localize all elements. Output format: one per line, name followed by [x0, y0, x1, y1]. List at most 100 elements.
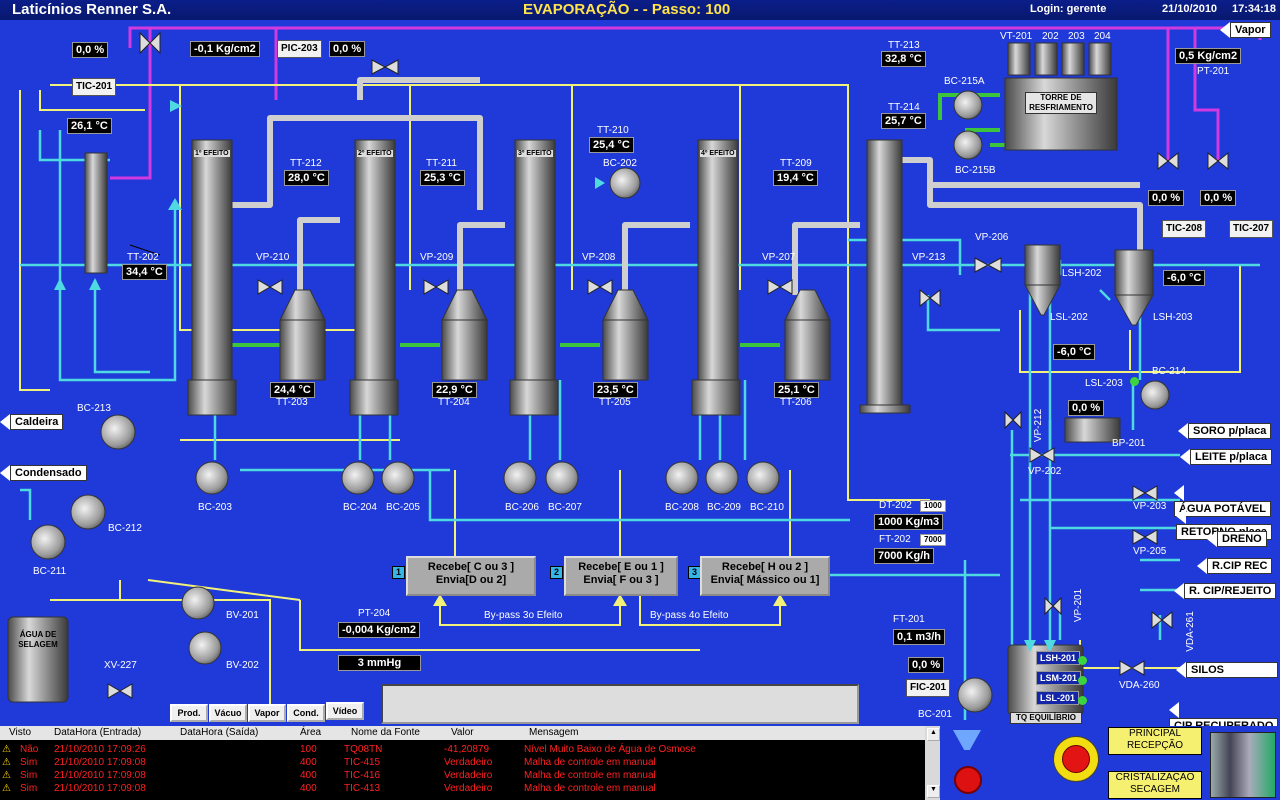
- scroll-down-icon[interactable]: ▼: [927, 785, 940, 798]
- pic203-output[interactable]: 0,0 %: [329, 41, 366, 57]
- condensado-stream: Condensado: [0, 465, 87, 481]
- tic208-tag[interactable]: TIC-208: [1162, 220, 1207, 238]
- tt206-value: 25,1 °C: [774, 382, 819, 398]
- tt205-value: 23,5 °C: [593, 382, 638, 398]
- tt205-label: TT-205: [599, 397, 631, 408]
- cristalizacao-secagem-button[interactable]: CRISTALIZAÇÃO SECAGEM: [1108, 771, 1202, 799]
- nav-cond-button[interactable]: Cond.: [287, 704, 325, 722]
- bp201-label: BP-201: [1112, 438, 1146, 449]
- bv201-label: BV-201: [226, 610, 259, 621]
- lsl201-indicator: LSL-201: [1036, 691, 1080, 705]
- vp205-label: VP-205: [1133, 546, 1167, 557]
- cmd-2-number: 2: [550, 566, 563, 579]
- time-display: 17:34:18: [1232, 3, 1277, 15]
- siren-icon[interactable]: [954, 766, 982, 794]
- table-row[interactable]: ⚠ Sim 21/10/2010 17:09:08 400 TIC-415 Ve…: [0, 757, 925, 769]
- cyclone-low-temp-value: -6,0 °C: [1053, 344, 1096, 360]
- exit-door-icon[interactable]: [1210, 732, 1276, 798]
- alarm-scrollbar[interactable]: ▲ ▼: [925, 726, 940, 800]
- bc214-label: BC-214: [1152, 366, 1186, 377]
- vp210-label: VP-210: [256, 252, 290, 263]
- lsl203-label: LSL-203: [1085, 378, 1123, 389]
- bypass-4-label: By-pass 4o Efeito: [650, 610, 729, 621]
- pic203-value: -0,1 Kg/cm2: [190, 41, 260, 57]
- tt209-value: 19,4 °C: [773, 170, 818, 186]
- tt211-label: TT-211: [426, 158, 457, 169]
- vp206-label: VP-206: [975, 232, 1009, 243]
- vp209-label: VP-209: [420, 252, 454, 263]
- vp212-label: VP-212: [1033, 408, 1045, 443]
- message-box: [381, 684, 859, 724]
- cmd-route-2[interactable]: Recebe[ E ou 1 ] Envia[ F ou 3 ]: [564, 556, 678, 596]
- emergency-stop-button[interactable]: [1062, 745, 1090, 773]
- cip-recuperado-stream: CIP RECUPERADO: [1169, 702, 1280, 734]
- process-diagram: [7, 26, 1262, 720]
- effect-2-label: 2º EFEITO: [357, 150, 393, 157]
- rcip-rejeito-stream: R. CIP/REJEITO: [1174, 583, 1277, 599]
- nav-prod-button[interactable]: Prod.: [170, 704, 208, 722]
- warning-icon: ⚠: [2, 744, 11, 755]
- lsl202-label: LSL-202: [1050, 312, 1088, 323]
- tic201-tag[interactable]: TIC-201: [72, 78, 117, 96]
- bc215a-label: BC-215A: [944, 76, 985, 87]
- date-display: 21/10/2010: [1162, 3, 1218, 15]
- pt204-mmhg: 3 mmHg: [338, 655, 421, 671]
- seal-water-label: ÁGUA DE SELAGEM: [18, 630, 58, 649]
- ft202-setpoint[interactable]: 7000: [920, 534, 946, 546]
- bc210-label: BC-210: [750, 502, 784, 513]
- tic208-output[interactable]: 0,0 %: [1148, 190, 1185, 206]
- agua-potavel-stream: ÁGUA POTÁVEL: [1174, 485, 1280, 517]
- table-row[interactable]: ⚠ Sim 21/10/2010 17:09:08 400 TIC-416 Ve…: [0, 770, 925, 782]
- scroll-up-icon[interactable]: ▲: [927, 728, 940, 741]
- bc215b-label: BC-215B: [955, 165, 996, 176]
- principal-recepcao-button[interactable]: PRINCIPAL RECEPÇÃO: [1108, 727, 1202, 755]
- ft201-value: 0,1 m3/h: [893, 629, 946, 645]
- warning-icon: ⚠: [2, 770, 11, 781]
- pt204-label: PT-204: [358, 608, 391, 619]
- tic201-output[interactable]: 0,0 %: [72, 42, 109, 58]
- bc204-label: BC-204: [343, 502, 377, 513]
- nav-video-button[interactable]: Vídeo: [326, 702, 364, 720]
- pic203-tag[interactable]: PIC-203: [277, 40, 322, 58]
- tic201-value: 26,1 °C: [67, 118, 112, 134]
- bc203-label: BC-203: [198, 502, 232, 513]
- lsl203-lamp: [1130, 377, 1139, 386]
- fic201-output[interactable]: 0,0 %: [908, 657, 945, 673]
- ft202-value: 7000 Kg/h: [874, 548, 934, 564]
- vp203-label: VP-203: [1133, 501, 1167, 512]
- preheater: [84, 152, 108, 274]
- xv227-label: XV-227: [104, 660, 137, 671]
- alarm-table[interactable]: Visto DataHora (Entrada) DataHora (Saída…: [0, 726, 940, 800]
- dt202-setpoint[interactable]: 1000: [920, 500, 946, 512]
- vda261-label: VDA-261: [1184, 611, 1196, 652]
- bp201-output[interactable]: 0,0 %: [1068, 400, 1105, 416]
- warning-icon: ⚠: [2, 783, 11, 794]
- table-row[interactable]: ⚠ Sim 21/10/2010 17:09:08 400 TIC-413 Ve…: [0, 783, 925, 795]
- pt204-value: -0,004 Kg/cm2: [338, 622, 420, 638]
- table-row[interactable]: ⚠ Não 21/10/2010 17:09:26 100 TQ08TN -41…: [0, 744, 925, 756]
- dreno-stream: DRENO: [1207, 531, 1267, 547]
- cyclone-temp-value: -6,0 °C: [1163, 270, 1206, 286]
- lsh201-indicator: LSH-201: [1036, 651, 1081, 665]
- nav-vacuo-button[interactable]: Vácuo: [209, 704, 247, 722]
- soro-stream: SORO p/placa: [1178, 423, 1272, 439]
- effect-1-label: 1º EFEITO: [194, 150, 230, 157]
- cmd-route-3[interactable]: Recebe[ H ou 2 ] Envia[ Mássico ou 1]: [700, 556, 830, 596]
- alarm-header: Visto DataHora (Entrada) DataHora (Saída…: [0, 726, 940, 740]
- tt213-value: 32,8 °C: [881, 51, 926, 67]
- bc209-label: BC-209: [707, 502, 741, 513]
- bv202-label: BV-202: [226, 660, 259, 671]
- vp213-label: VP-213: [912, 252, 946, 263]
- cmd-route-1[interactable]: Recebe[ C ou 3 ] Envia[D ou 2]: [406, 556, 536, 596]
- lsh203-label: LSH-203: [1153, 312, 1193, 323]
- tic207-tag[interactable]: TIC-207: [1229, 220, 1274, 238]
- nav-vapor-button[interactable]: Vapor: [248, 704, 286, 722]
- tt214-value: 25,7 °C: [881, 113, 926, 129]
- vt202-label: 202: [1042, 31, 1059, 42]
- pt201-label: PT-201: [1197, 66, 1230, 77]
- tic207-output[interactable]: 0,0 %: [1200, 190, 1237, 206]
- fic201-tag[interactable]: FIC-201: [906, 679, 951, 697]
- tt202-value: 34,4 °C: [122, 264, 167, 280]
- screen-title: EVAPORAÇÃO - - Passo: 100: [523, 1, 731, 18]
- lsm201-indicator: LSM-201: [1036, 671, 1082, 685]
